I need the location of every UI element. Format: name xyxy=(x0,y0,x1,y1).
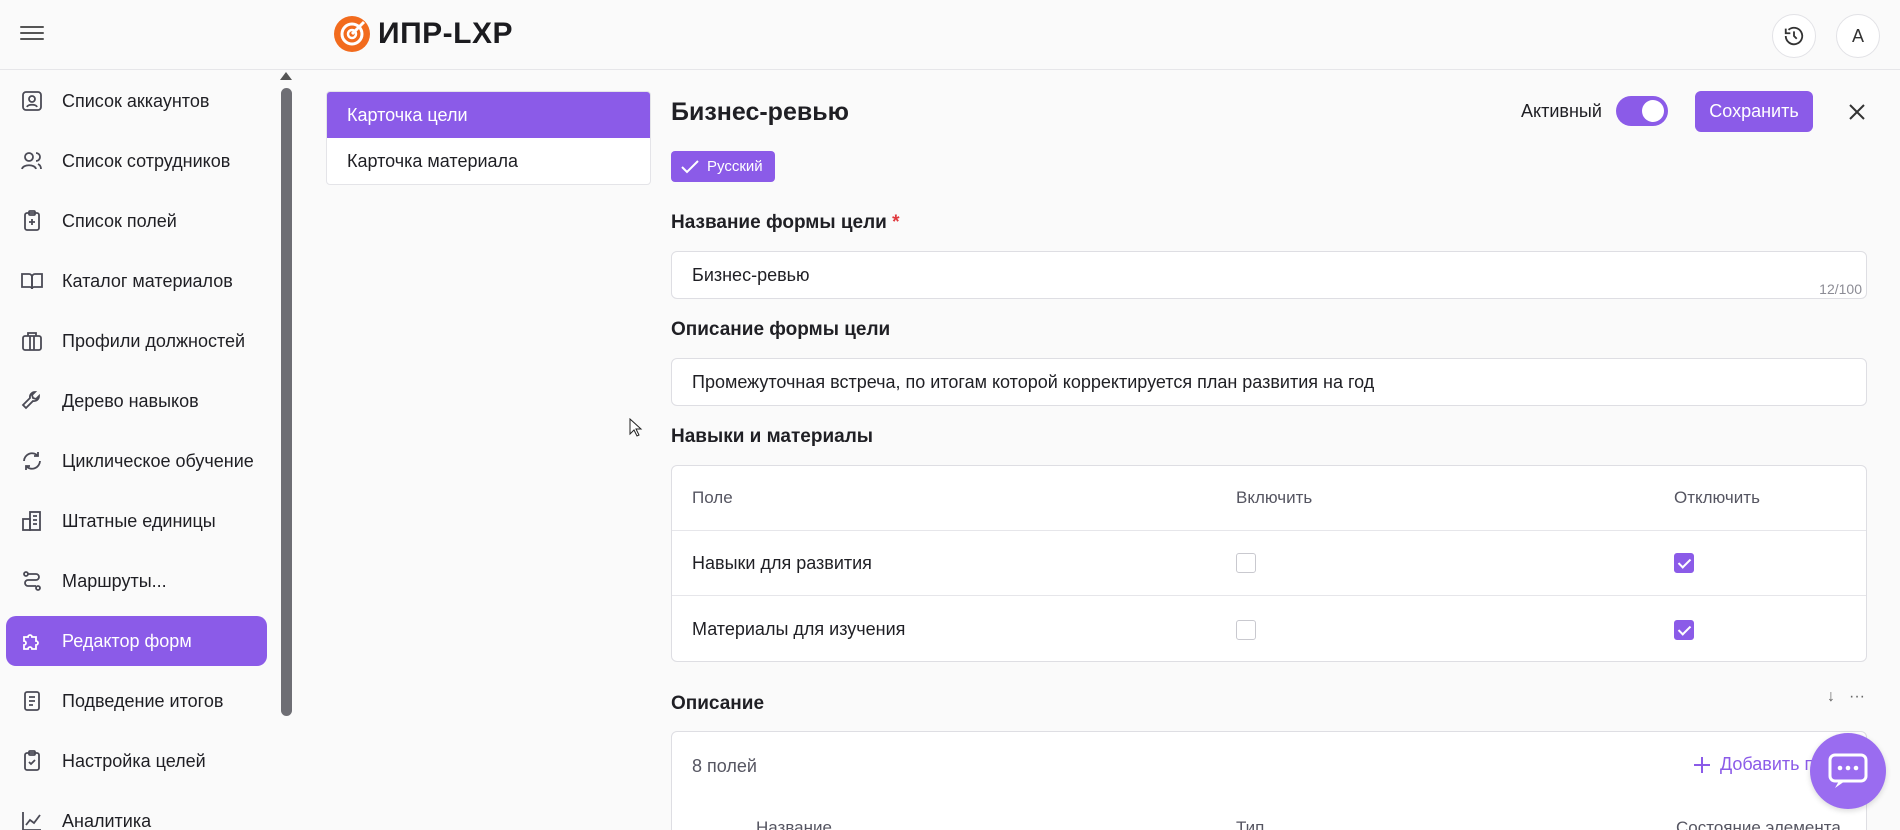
save-button[interactable]: Сохранить xyxy=(1695,91,1813,132)
puzzle-icon xyxy=(23,634,39,650)
language-badge[interactable]: Русский xyxy=(671,151,775,182)
menu-icon[interactable] xyxy=(20,22,44,46)
name-field[interactable]: Бизнес-ревью 12/100 xyxy=(671,251,1867,299)
check-icon xyxy=(681,159,699,173)
more-icon[interactable]: ··· xyxy=(1849,688,1865,706)
chat-icon xyxy=(1828,753,1868,788)
sidebar-item-cyclic[interactable]: Циклическое обучение xyxy=(6,436,267,486)
sidebar-item-label: Список аккаунтов xyxy=(62,90,210,111)
enable-checkbox[interactable] xyxy=(1236,553,1256,573)
tab-material-card[interactable]: Карточка материала xyxy=(327,138,650,184)
sidebar-item-label: Подведение итогов xyxy=(62,690,224,711)
description-section-title: Описание xyxy=(671,693,765,714)
name-field-label: Название формы цели * xyxy=(671,212,900,234)
description-fields-box: 8 полей Добавить п Название Тип Состояни… xyxy=(671,731,1867,830)
sidebar-item-results[interactable]: Подведение итогов xyxy=(6,676,267,726)
table-row: Навыки для развития xyxy=(672,531,1866,596)
route-icon xyxy=(23,571,41,591)
active-toggle[interactable] xyxy=(1615,96,1668,126)
sidebar-item-label: Список полей xyxy=(62,210,177,231)
row-field-name: Материалы для изучения xyxy=(692,619,906,639)
disable-checkbox[interactable] xyxy=(1674,553,1694,573)
tab-goal-card[interactable]: Карточка цели xyxy=(327,92,650,138)
table-row: Материалы для изучения xyxy=(672,597,1866,662)
page-title: Бизнес-ревью xyxy=(671,98,849,126)
plus-icon xyxy=(1694,756,1710,773)
sidebar-item-staff-units[interactable]: Штатные единицы xyxy=(6,496,267,546)
sidebar-item-label: Маршруты... xyxy=(62,570,167,591)
logo[interactable]: ИПР-LXP xyxy=(334,16,513,52)
sidebar-item-analytics[interactable]: Аналитика xyxy=(6,796,267,830)
book-open-icon xyxy=(21,273,43,290)
sidebar-item-label: Аналитика xyxy=(62,810,152,830)
briefcase-icon xyxy=(22,332,42,351)
chat-button[interactable] xyxy=(1810,733,1886,809)
column-header-disable: Отключить xyxy=(1674,488,1760,507)
main-content: Бизнес-ревью Русский Активный Сохранить … xyxy=(671,0,1867,830)
name-field-value: Бизнес-ревью xyxy=(692,264,810,285)
refresh-icon xyxy=(23,452,41,470)
column-header-type: Тип xyxy=(1236,818,1265,830)
sidebar-item-accounts[interactable]: Список аккаунтов xyxy=(6,76,267,126)
sidebar-item-label: Дерево навыков xyxy=(62,390,199,411)
sidebar-item-label: Каталог материалов xyxy=(62,270,233,291)
language-label: Русский xyxy=(707,158,763,175)
name-label-text: Название формы цели xyxy=(671,212,887,233)
clipboard-plus-icon xyxy=(24,210,40,231)
sidebar-item-form-editor[interactable]: Редактор форм xyxy=(6,616,267,666)
disable-checkbox[interactable] xyxy=(1674,619,1694,640)
description-field-value: Промежуточная встреча, по итогам которой… xyxy=(692,371,1375,392)
enable-checkbox[interactable] xyxy=(1236,619,1256,640)
sidebar-item-label: Настройка целей xyxy=(62,750,206,771)
document-list-icon xyxy=(24,691,40,711)
sidebar-scrollbar[interactable] xyxy=(281,88,292,716)
sidebar-item-label: Список сотрудников xyxy=(62,150,231,171)
users-icon xyxy=(21,152,42,170)
wrench-icon xyxy=(21,391,40,410)
sidebar-item-goal-settings[interactable]: Настройка целей xyxy=(6,736,267,786)
clipboard-check-icon xyxy=(24,750,40,771)
sidebar-item-label: Редактор форм xyxy=(62,630,192,651)
sidebar-item-employees[interactable]: Список сотрудников xyxy=(6,136,267,186)
char-counter: 12/100 xyxy=(1819,281,1862,297)
column-header-state: Состояние элемента xyxy=(1676,818,1841,830)
desc-field-label: Описание формы цели xyxy=(671,319,891,340)
sidebar-item-profiles[interactable]: Профили должностей xyxy=(6,316,267,366)
chart-line-icon xyxy=(22,812,41,830)
skills-section-title: Навыки и материалы xyxy=(671,426,874,447)
arrow-down-icon[interactable]: ↓ xyxy=(1827,688,1835,706)
table-header-row: Поле Включить Отключить xyxy=(672,466,1866,531)
logo-mark-icon xyxy=(334,16,370,52)
required-mark: * xyxy=(892,212,900,233)
column-header-enable: Включить xyxy=(1236,488,1313,507)
skills-table: Поле Включить Отключить Навыки для разви… xyxy=(671,465,1867,662)
column-header-field: Поле xyxy=(692,488,733,507)
scroll-up-arrow[interactable] xyxy=(280,72,292,80)
row-field-name: Навыки для развития xyxy=(692,552,872,573)
add-field-button[interactable]: Добавить п xyxy=(1692,754,1814,775)
sidebar-item-label: Штатные единицы xyxy=(62,510,216,531)
card-tabs: Карточка цели Карточка материала xyxy=(326,91,651,185)
sidebar-item-fields[interactable]: Список полей xyxy=(6,196,267,246)
close-icon[interactable] xyxy=(1843,98,1871,126)
sidebar-item-catalog[interactable]: Каталог материалов xyxy=(6,256,267,306)
sidebar-item-routes[interactable]: Маршруты... xyxy=(6,556,267,606)
sidebar-item-label: Профили должностей xyxy=(62,330,246,351)
account-card-icon xyxy=(22,91,42,111)
sidebar: Список аккаунтов Список сотрудников Спис… xyxy=(0,71,280,830)
description-field[interactable]: Промежуточная встреча, по итогам которой… xyxy=(671,358,1867,406)
fields-count: 8 полей xyxy=(692,756,757,776)
mouse-cursor-icon xyxy=(629,418,643,437)
building-icon xyxy=(22,511,41,531)
column-header-name: Название xyxy=(756,818,832,830)
sidebar-item-skill-tree[interactable]: Дерево навыков xyxy=(6,376,267,426)
active-label: Активный xyxy=(1521,100,1602,121)
logo-text: ИПР-LXP xyxy=(378,17,513,50)
sidebar-item-label: Циклическое обучение xyxy=(62,450,254,471)
add-field-label: Добавить п xyxy=(1720,754,1815,774)
